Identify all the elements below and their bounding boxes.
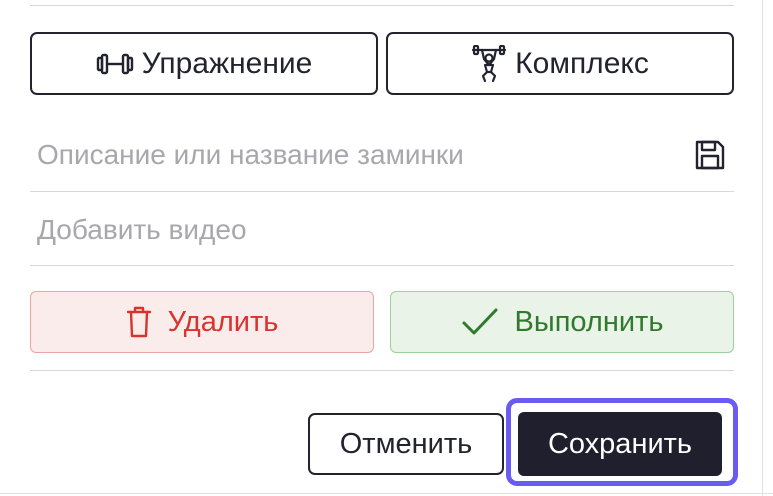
video-divider [30,265,734,266]
panel-right-border [762,0,763,496]
add-complex-label: Комплекс [515,46,649,80]
video-placeholder: Добавить видео [37,214,247,245]
warmup-editor-panel: Упражнение Комплекс Описание или названи… [0,0,773,496]
complete-label: Выполнить [514,305,664,338]
cancel-label: Отменить [339,427,473,460]
delete-button[interactable]: Удалить [30,291,374,353]
weightlifter-icon [471,44,507,83]
video-input[interactable]: Добавить видео [37,214,247,246]
save-button[interactable]: Сохранить [518,412,722,476]
complete-button[interactable]: Выполнить [390,291,734,353]
top-divider [30,5,734,6]
cancel-button[interactable]: Отменить [308,413,504,475]
add-complex-button[interactable]: Комплекс [386,32,734,95]
add-exercise-button[interactable]: Упражнение [30,32,378,95]
trash-icon [126,306,152,338]
add-exercise-label: Упражнение [141,46,313,80]
description-placeholder: Описание или название заминки [37,139,464,170]
description-input[interactable]: Описание или название заминки [37,139,464,171]
actions-divider [30,370,734,371]
checkmark-icon [461,307,499,337]
floppy-disk-icon[interactable] [694,139,726,171]
dumbbell-icon [96,52,134,76]
panel-bottom-border [0,493,773,494]
save-label: Сохранить [547,427,693,460]
delete-label: Удалить [167,305,279,338]
description-divider [30,191,734,192]
